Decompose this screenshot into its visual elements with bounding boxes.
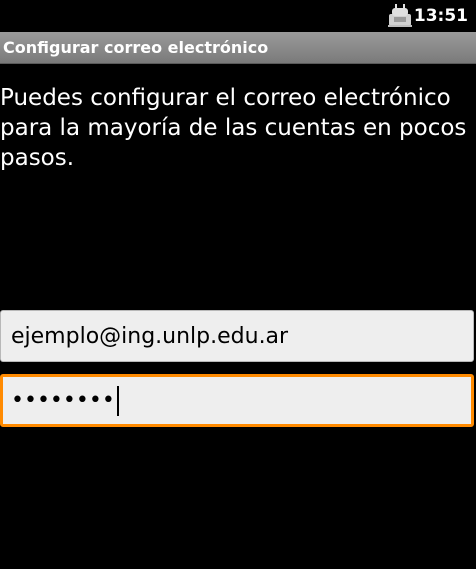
title-bar: Configurar correo electrónico (0, 32, 476, 64)
page-title: Configurar correo electrónico (3, 38, 269, 57)
password-field[interactable]: •••••••• (0, 374, 474, 427)
password-value: •••••••• (11, 388, 115, 413)
android-debug-icon (386, 2, 414, 30)
status-time: 13:51 (413, 6, 468, 26)
status-bar: 13:51 (0, 0, 476, 32)
text-cursor (116, 386, 119, 416)
email-value: ejemplo@ing.unlp.edu.ar (11, 324, 289, 349)
instructions-text: Puedes configurar el correo electrónico … (0, 85, 467, 171)
email-field[interactable]: ejemplo@ing.unlp.edu.ar (0, 310, 474, 362)
